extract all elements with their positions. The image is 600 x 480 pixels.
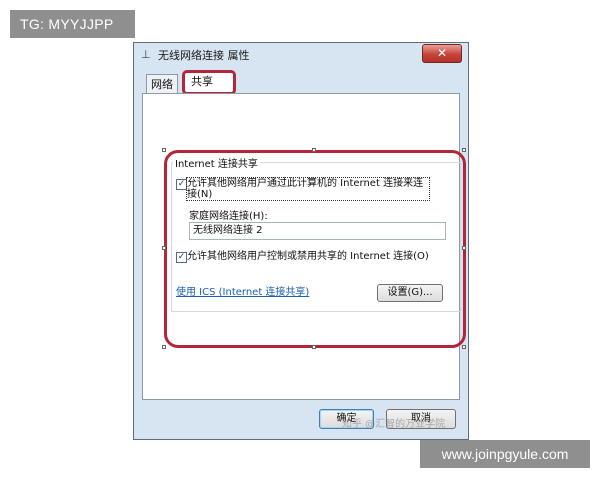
ics-group-title: Internet 连接共享 [173,155,260,170]
properties-dialog: ⊥ 无线网络连接 属性 ✕ 网络 共享 Internet 连接共享 ✓ 允许其他… [133,42,469,440]
tg-badge: TG: MYYJJPP [10,10,135,38]
tab-sharing[interactable]: 共享 [182,70,236,95]
settings-button[interactable]: 设置(G)... [377,284,443,302]
network-adapter-icon: ⊥ [141,48,151,61]
watermark-text: 知乎 @汇智的万业学院 [342,419,446,430]
resize-handle[interactable] [162,246,166,250]
resize-handle[interactable] [462,345,466,349]
sharing-panel: Internet 连接共享 ✓ 允许其他网络用户通过此计算机的 Internet… [142,93,466,400]
resize-handle[interactable] [162,148,166,152]
url-badge: www.joinpgyule.com [420,440,590,468]
title-bar: ⊥ 无线网络连接 属性 ✕ [134,43,468,67]
allow-control-checkbox[interactable]: ✓ [176,252,187,263]
allow-control-label[interactable]: 允许其他网络用户控制或禁用共享的 Internet 连接(O) [187,251,437,262]
allow-sharing-checkbox[interactable]: ✓ [176,179,187,190]
dialog-title: 无线网络连接 属性 [158,49,250,62]
home-network-label: 家庭网络连接(H): [189,211,268,222]
close-button[interactable]: ✕ [422,44,462,63]
resize-handle[interactable] [462,246,466,250]
allow-sharing-label[interactable]: 允许其他网络用户通过此计算机的 Internet 连接来连接(N) [186,177,430,201]
resize-handle[interactable] [162,345,166,349]
resize-handle[interactable] [462,148,466,152]
home-network-select[interactable]: 无线网络连接 2 [189,222,446,240]
tab-network[interactable]: 网络 [146,74,178,93]
ics-help-link[interactable]: 使用 ICS (Internet 连接共享) [176,283,309,298]
resize-handle[interactable] [312,148,316,152]
resize-handle[interactable] [312,345,316,349]
